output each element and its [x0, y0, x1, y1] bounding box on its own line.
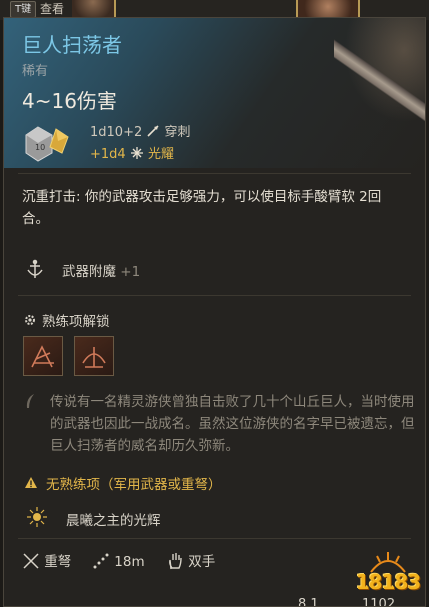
quill-icon	[26, 394, 34, 408]
bonus-damage-line: +1d4 光耀	[90, 143, 174, 162]
enchantment-icon	[27, 259, 43, 278]
watermark-text: 18183	[355, 570, 422, 594]
proficiency-unlock-title: 熟练项解锁	[42, 314, 110, 330]
weapon-type: 重弩	[22, 552, 71, 572]
pierce-icon	[147, 125, 159, 137]
dice-icon: 10	[25, 126, 69, 162]
site-watermark-logo: 18183	[349, 548, 425, 603]
crossbow-item-art	[334, 18, 425, 134]
weapon-type-label: 重弩	[44, 554, 72, 570]
enchantment-label: 武器附魔	[62, 264, 116, 280]
handedness-label: 双手	[188, 554, 216, 570]
item-name: 巨人扫荡者	[22, 33, 122, 57]
ability-description: 沉重打击: 你的武器攻击足够强力，可以使目标手酸臂软 2回合。	[22, 186, 402, 230]
proficiency-action-2[interactable]	[74, 336, 114, 376]
enchantment-row: 武器附魔 +1	[62, 260, 140, 280]
proficiency-action-1[interactable]	[23, 336, 63, 376]
lore-text: 传说有一名精灵游侠曾独自击败了几十个山丘巨人，当时使用的武器也因此一战成名。虽然…	[50, 394, 415, 454]
divider	[18, 538, 411, 539]
inspect-key-badge: T键	[10, 1, 37, 18]
divider	[18, 295, 411, 296]
range-icon	[93, 553, 109, 569]
inspect-label[interactable]: 查看	[40, 0, 64, 18]
radiant-icon	[130, 147, 143, 159]
sun-icon	[27, 507, 47, 527]
damage-dice: 1d10+2	[90, 125, 143, 140]
weapon-handedness: 双手	[166, 552, 215, 572]
enchantment-value: +1	[120, 264, 141, 280]
item-tooltip: 巨人扫荡者 稀有 4~16伤害 10 1d10+2 穿刺 +1d4 光耀 沉重打…	[3, 17, 426, 607]
divider	[18, 173, 411, 174]
damage-range: 4~16伤害	[22, 89, 117, 113]
hand-icon	[169, 553, 182, 570]
ability-name[interactable]: 沉重打击:	[22, 189, 81, 205]
piercing-shot-icon	[31, 345, 54, 368]
item-rarity: 稀有	[22, 64, 49, 79]
mobile-shot-icon	[82, 347, 106, 368]
damage-type: 穿刺	[164, 125, 191, 140]
no-proficiency-warning: 无熟练项（军用武器或重弩）	[46, 477, 222, 493]
weapon-range: 18m	[92, 552, 145, 572]
range-label: 18m	[114, 554, 145, 570]
warning-icon	[25, 477, 37, 488]
gear-icon	[25, 315, 35, 325]
item-weight: 8.1	[298, 597, 319, 607]
passive-name[interactable]: 晨曦之主的光辉	[66, 509, 161, 529]
bonus-type: 光耀	[147, 147, 174, 162]
bonus-dice: +1d4	[90, 147, 126, 162]
crossed-swords-icon	[23, 553, 39, 569]
damage-dice-line: 1d10+2 穿刺	[90, 121, 191, 140]
svg-text:10: 10	[35, 143, 45, 152]
